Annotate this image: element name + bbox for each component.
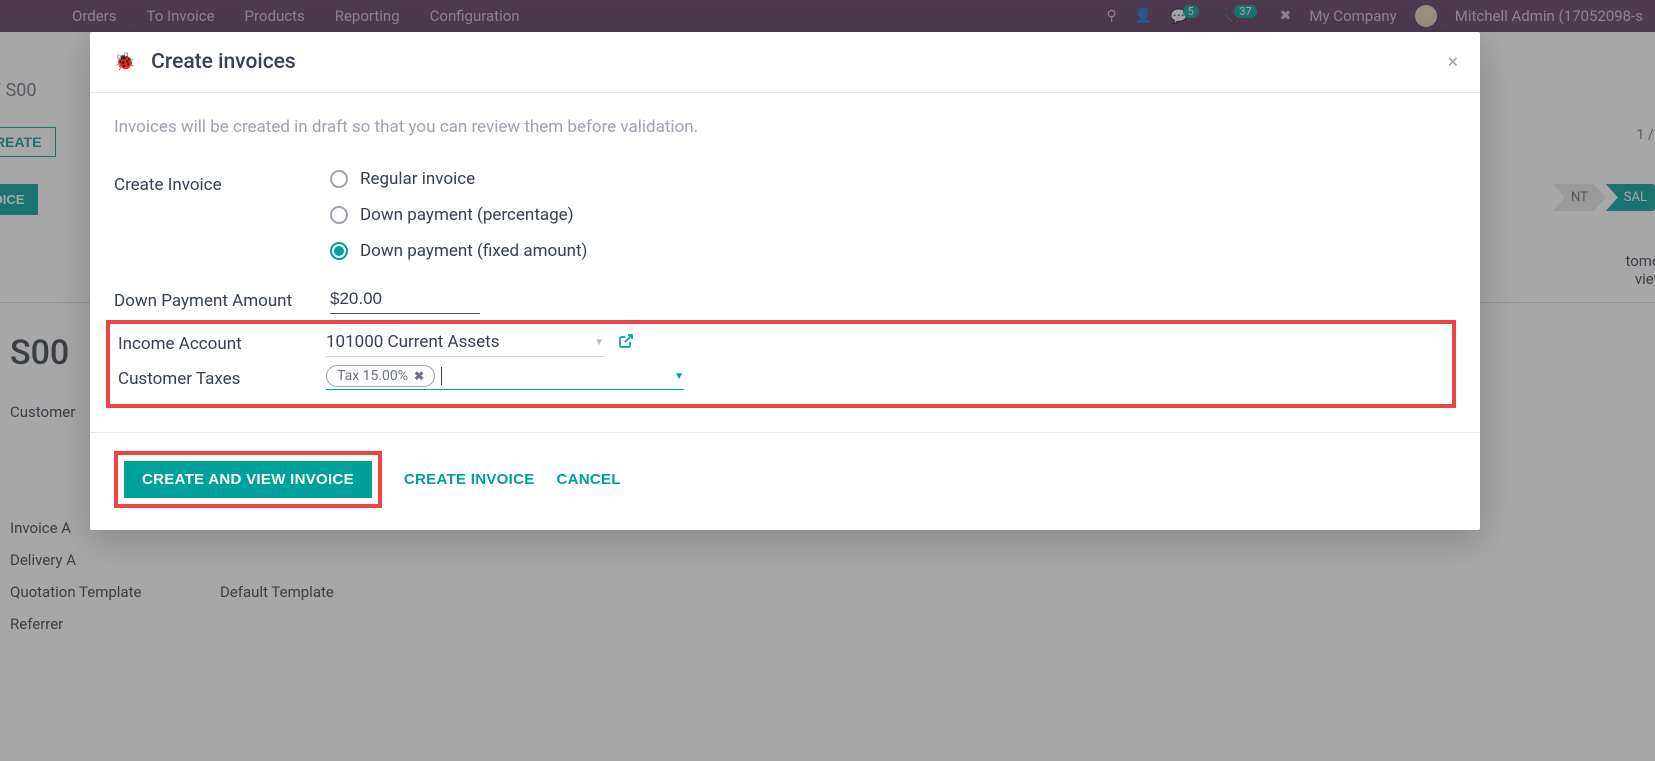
radio-down-payment-fixed[interactable]: Down payment (fixed amount): [330, 241, 1456, 261]
close-icon[interactable]: ×: [1448, 50, 1458, 73]
chevron-down-icon: ▼: [594, 337, 604, 348]
create-invoice-button[interactable]: CREATE INVOICE: [404, 471, 535, 488]
helper-text: Invoices will be created in draft so tha…: [114, 117, 1456, 137]
remove-tag-icon[interactable]: ✖: [414, 369, 424, 383]
down-payment-amount-input[interactable]: [330, 285, 480, 314]
external-link-icon[interactable]: [618, 333, 634, 353]
radio-icon: [330, 170, 348, 188]
label-customer-taxes: Customer Taxes: [118, 363, 326, 389]
highlight-annotation: Income Account 101000 Current Assets ▼ C…: [106, 320, 1456, 408]
bug-icon[interactable]: 🐞: [114, 52, 135, 72]
chevron-down-icon[interactable]: ▼: [674, 371, 684, 382]
radio-regular-invoice[interactable]: Regular invoice: [330, 169, 1456, 189]
label-income-account: Income Account: [118, 328, 326, 354]
radio-down-payment-percentage[interactable]: Down payment (percentage): [330, 205, 1456, 225]
tax-tag: Tax 15.00% ✖: [326, 365, 435, 387]
cancel-button[interactable]: CANCEL: [557, 471, 621, 488]
customer-taxes-input[interactable]: Tax 15.00% ✖ ▼: [326, 363, 684, 390]
radio-icon-selected: [330, 242, 348, 260]
create-and-view-invoice-button[interactable]: CREATE AND VIEW INVOICE: [124, 461, 372, 498]
text-cursor: [441, 367, 442, 385]
modal-title: Create invoices: [151, 50, 296, 74]
income-account-dropdown[interactable]: 101000 Current Assets ▼: [326, 328, 604, 357]
label-create-invoice: Create Invoice: [114, 169, 330, 195]
highlight-annotation: CREATE AND VIEW INVOICE: [114, 451, 382, 508]
label-down-payment-amount: Down Payment Amount: [114, 285, 330, 311]
create-invoices-modal: 🐞 Create invoices × Invoices will be cre…: [90, 32, 1480, 530]
radio-icon: [330, 206, 348, 224]
